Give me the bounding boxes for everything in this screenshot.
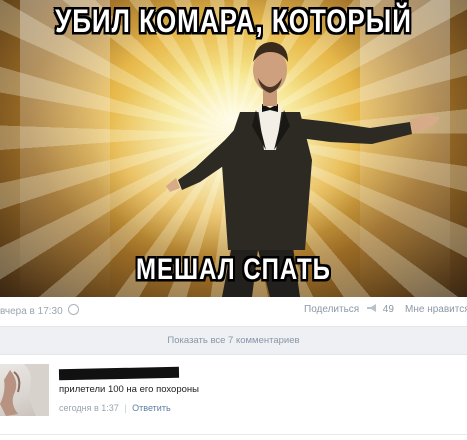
avatar[interactable] <box>0 364 49 416</box>
show-all-comments-link[interactable]: Показать все 7 комментариев <box>0 326 467 355</box>
megaphone-icon <box>367 304 377 312</box>
comment-item: прилетели 100 на его похороны сегодня в … <box>0 360 467 435</box>
comment-meta: сегодня в 1:37 | Ответить <box>59 403 171 413</box>
post-time-group: вчера в 17:30 <box>0 304 80 317</box>
gear-icon[interactable] <box>68 304 80 315</box>
share-count: 49 <box>382 304 394 315</box>
meme-bottom-caption: МЕШАЛ СПАТЬ <box>136 252 331 287</box>
avatar-image <box>0 364 49 416</box>
comment-text: прилетели 100 на его похороны <box>59 384 199 395</box>
reply-link[interactable]: Ответить <box>132 403 170 413</box>
divider <box>0 434 467 435</box>
comment-time[interactable]: сегодня в 1:37 <box>59 403 119 413</box>
share-label[interactable]: Поделиться <box>304 304 359 315</box>
comment-separator: | <box>124 403 127 413</box>
meme-image[interactable]: УБИЛ КОМАРА, КОТОРЫЙ МЕШАЛ СПАТЬ <box>0 0 467 297</box>
redacted-author-name <box>58 366 180 381</box>
post-time[interactable]: вчера в 17:30 <box>0 306 63 317</box>
share-group[interactable]: Поделиться 49 <box>304 304 394 315</box>
meme-top-caption: УБИЛ КОМАРА, КОТОРЫЙ <box>55 2 412 40</box>
like-label[interactable]: Мне нравится <box>405 304 467 315</box>
post-meta-row: вчера в 17:30 Поделиться 49 Мне нравится <box>0 299 467 321</box>
